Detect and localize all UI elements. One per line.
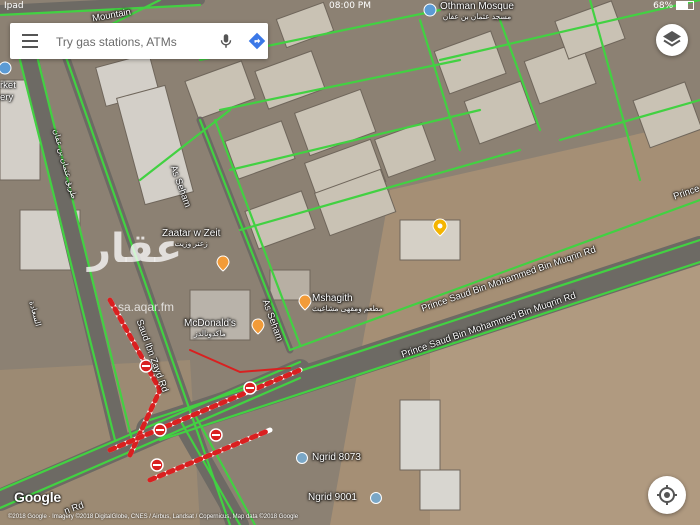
place-label-ngrid-8073[interactable]: Ngrid 8073 [312, 452, 361, 463]
place-label-mcdonalds[interactable]: McDonald's ماكدونالدز [184, 318, 236, 338]
no-entry-icon [150, 458, 164, 472]
no-entry-icon [243, 381, 257, 395]
my-location-button[interactable] [648, 476, 686, 514]
left-edge-label-1: rket [0, 80, 16, 91]
place-name: Zaatar w Zeit [162, 228, 221, 239]
battery-percent: 68% [653, 1, 674, 11]
google-logo: Google [14, 489, 62, 505]
poi-pin-ngrid-8073[interactable] [296, 452, 308, 464]
place-label-zaatar[interactable]: Zaatar w Zeit زعتر وزيت [162, 228, 220, 248]
poi-pin-ngrid-9001[interactable] [370, 492, 382, 504]
place-label-mshagith[interactable]: Mshagith مطعم ومقهى مشاغيث [312, 293, 383, 313]
place-label-ngrid-9001[interactable]: Ngrid 9001 [308, 492, 357, 503]
no-entry-icon [209, 428, 223, 442]
clock: 08:00 PM [329, 1, 371, 11]
poi-pin-left-edge[interactable] [0, 61, 12, 75]
hamburger-menu-icon[interactable] [22, 34, 38, 48]
left-edge-label-2: ery [0, 92, 14, 103]
crosshair-location-icon [657, 485, 677, 505]
search-input[interactable] [54, 31, 208, 53]
no-entry-icon [153, 423, 167, 437]
search-bar [10, 23, 268, 59]
layers-button[interactable] [656, 24, 688, 56]
status-bar: Ipad 08:00 PM 68% [0, 0, 700, 14]
layers-icon [663, 31, 681, 47]
battery-icon [676, 1, 694, 10]
directions-icon[interactable] [247, 31, 267, 51]
microphone-icon[interactable] [217, 32, 235, 50]
place-name: McDonald's [184, 318, 236, 329]
place-name: Mshagith [312, 293, 353, 304]
map-copyright: ©2018 Google · Imagery ©2018 DigitalGlob… [8, 514, 299, 520]
place-name-arabic: مطعم ومقهى مشاغيث [312, 304, 383, 313]
place-name-arabic: زعتر وزيت [174, 239, 208, 248]
battery-indicator: 68% [653, 1, 694, 11]
aqar-watermark-url: sa.aqar.fm [118, 300, 175, 314]
place-name-arabic: ماكدونالدز [194, 329, 226, 338]
